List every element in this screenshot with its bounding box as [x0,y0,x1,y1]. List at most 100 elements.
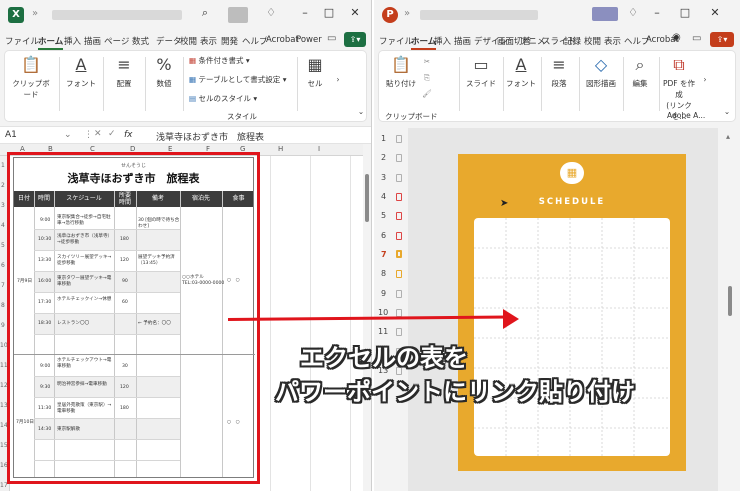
qat-more-icon[interactable]: » [404,8,410,19]
tab-file[interactable]: ファイル [5,35,39,47]
slide-thumb-icon[interactable] [396,135,402,143]
tab-developer[interactable]: 開発 [221,35,238,47]
tab-formulas[interactable]: 数式 [132,35,149,47]
tab-home[interactable]: ホーム [411,35,437,50]
account-avatar[interactable] [592,7,618,21]
slide-number-7-active[interactable]: 7 [381,250,387,259]
tab-power[interactable]: Power [296,35,322,45]
alignment-button[interactable]: ≡ 配置 [107,55,141,89]
maximize-button[interactable]: □ [320,6,338,19]
slide-number-2[interactable]: 2 [381,153,386,162]
qat-more-icon[interactable]: » [32,8,38,19]
lightbulb-icon[interactable]: ♢ [262,6,280,19]
tab-home[interactable]: ホーム [38,35,64,50]
slide-thumb-icon[interactable] [396,154,402,162]
minimize-button[interactable]: – [648,6,666,19]
maximize-button[interactable]: □ [676,6,694,19]
slide-thumb-icon[interactable] [396,212,402,220]
current-slide[interactable]: ▦ SCHEDULE [458,154,686,471]
slide-number-11[interactable]: 11 [378,327,388,336]
lightbulb-icon[interactable]: ♢ [624,6,642,19]
row-header-4[interactable]: 4 [1,222,5,229]
slide-number-8[interactable]: 8 [381,269,386,278]
slide-editing-canvas[interactable]: ▦ SCHEDULE ➤ [408,128,718,491]
fx-button[interactable]: fx [124,130,133,140]
cut-icon[interactable]: ✂ [421,57,433,66]
share-button[interactable]: ⇪▾ [710,32,734,47]
close-button[interactable]: ✕ [346,6,364,19]
font-button[interactable]: A フォント [505,55,537,89]
share-button[interactable]: ⇪▾ [344,32,366,47]
number-button[interactable]: % 数値 [148,55,180,89]
tab-insert[interactable]: 挿入 [434,35,451,47]
paste-button[interactable]: 📋 貼り付け [383,55,419,89]
slide-thumb-icon-active[interactable] [396,250,402,258]
tab-help[interactable]: ヘルプ [242,35,268,47]
comment-icon[interactable]: ▭ [692,33,701,44]
tab-page[interactable]: ページ [104,35,129,47]
slide-thumb-icon[interactable] [396,290,402,298]
slide-number-6[interactable]: 6 [381,231,386,240]
slide-title[interactable]: SCHEDULE [458,197,686,207]
col-header-h[interactable]: H [278,145,283,153]
tab-view[interactable]: 表示 [200,35,217,47]
slide-number-1[interactable]: 1 [381,134,386,143]
tab-draw[interactable]: 描画 [84,35,101,47]
formula-more-icon[interactable]: ⋮ [84,130,93,140]
paragraph-button[interactable]: ≡ 段落 [543,55,575,89]
row-header-7[interactable]: 7 [1,282,5,289]
close-button[interactable]: ✕ [706,6,724,19]
minimize-button[interactable]: – [296,6,314,19]
row-header-9[interactable]: 9 [1,322,5,329]
record-icon[interactable]: ◉ [672,32,681,43]
schedule-panel[interactable] [474,218,670,456]
conditional-format-button[interactable]: ▦ 条件付き書式 ▾ [189,55,250,66]
col-header-i[interactable]: I [318,145,320,153]
row-header-5[interactable]: 5 [1,242,5,249]
ribbon-more-button[interactable]: › [699,75,711,84]
row-header-2[interactable]: 2 [1,182,5,189]
ribbon-collapse-icon[interactable]: ⌄ [355,107,367,116]
formula-input[interactable]: 浅草寺ほおずき市 旅程表 [156,130,264,143]
slide-button[interactable]: ▭ スライド [463,55,499,89]
ppt-scroll-thumb[interactable] [728,286,732,316]
slide-thumbnail-pane[interactable]: 1 2 3 4 5 6 7 8 9 10 11 12 13 [374,128,406,491]
scroll-up-icon[interactable]: ▴ [726,132,730,141]
slide-thumb-icon[interactable] [396,174,402,182]
slide-thumb-icon[interactable] [396,232,402,240]
search-icon[interactable]: ⌕ [196,6,214,20]
tab-insert[interactable]: 挿入 [64,35,81,47]
account-avatar[interactable] [228,7,248,23]
slide-thumb-icon[interactable] [396,328,402,336]
tab-draw[interactable]: 描画 [454,35,471,47]
shapes-button[interactable]: ◇ 図形描画 [581,55,621,89]
tab-file[interactable]: ファイル [379,35,413,47]
cancel-icon[interactable]: ✕ [94,129,102,139]
tab-review[interactable]: 校閲 [180,35,197,47]
tab-record[interactable]: 記録 [564,35,581,47]
tab-view[interactable]: 表示 [604,35,621,47]
enter-icon[interactable]: ✓ [108,129,116,139]
slide-thumb-icon[interactable] [396,193,402,201]
slide-number-3[interactable]: 3 [381,173,386,182]
row-header-1[interactable]: 1 [1,162,5,169]
name-box[interactable]: A1 [5,130,17,140]
slide-thumb-icon[interactable] [396,270,402,278]
ribbon-collapse-icon[interactable]: ⌄ [721,107,733,116]
row-header-3[interactable]: 3 [1,202,5,209]
slide-number-9[interactable]: 9 [381,289,386,298]
format-painter-icon[interactable]: 🖌 [421,89,433,98]
slide-number-4[interactable]: 4 [381,192,386,201]
slide-number-5[interactable]: 5 [381,211,386,220]
tab-review[interactable]: 校閲 [584,35,601,47]
row-header-8[interactable]: 8 [1,302,5,309]
cells-button[interactable]: ▦ セル [301,55,329,89]
comment-icon[interactable]: ▭ [327,33,336,44]
excel-scroll-thumb[interactable] [365,174,369,222]
ppt-vertical-scrollbar[interactable]: ▴ [720,128,740,491]
cell-style-button[interactable]: ▤ セルのスタイル ▾ [189,93,257,104]
tab-data[interactable]: データ [156,35,182,47]
row-header-6[interactable]: 6 [1,262,5,269]
ribbon-more-button[interactable]: › [331,75,345,84]
clipboard-button[interactable]: 📋 クリップボード [9,55,53,100]
